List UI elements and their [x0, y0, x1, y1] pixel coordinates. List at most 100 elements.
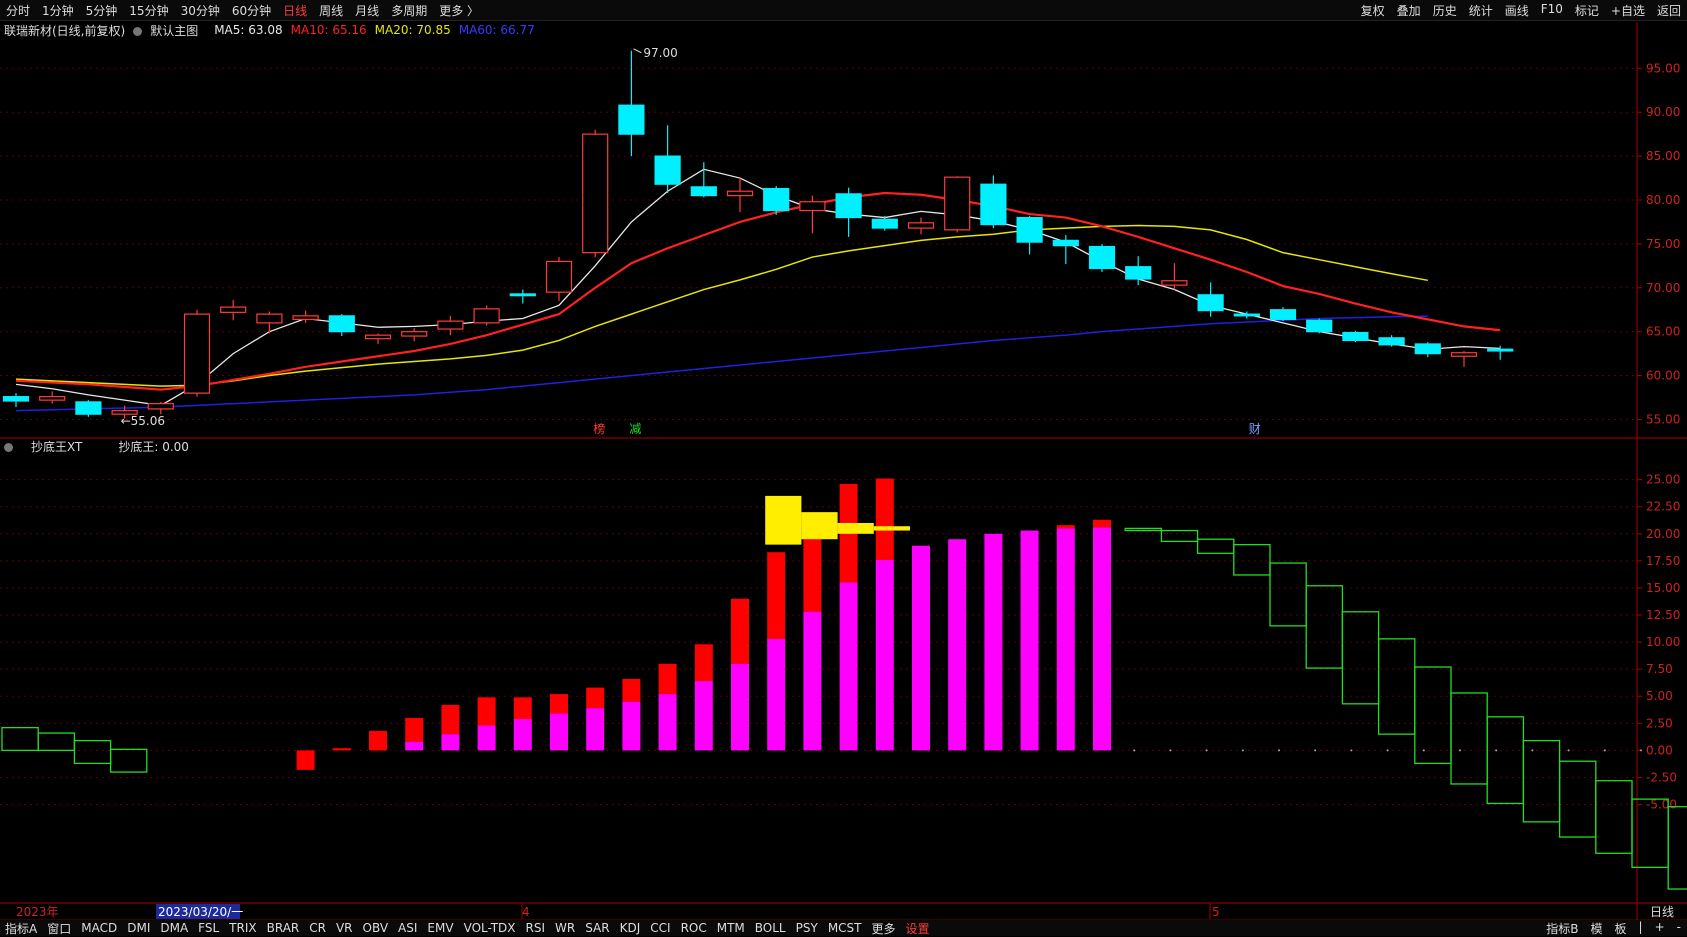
yellow-step-3 — [873, 526, 910, 531]
candle-body — [944, 176, 971, 231]
red-bar-26 — [1093, 519, 1111, 528]
candle-body — [292, 315, 319, 320]
green-box-5 — [1160, 529, 1199, 543]
candle-body — [256, 313, 283, 324]
candle-16 — [582, 129, 609, 258]
zero-dot — [1169, 749, 1172, 752]
candle-28 — [1016, 215, 1043, 255]
candle-body — [799, 201, 826, 212]
green-box-9 — [1305, 585, 1344, 669]
candle-body — [545, 260, 573, 293]
candle-15 — [545, 257, 573, 301]
candle-body — [835, 193, 862, 219]
candle-body — [582, 133, 609, 254]
candle-17 — [618, 50, 645, 157]
candle-body — [1197, 294, 1224, 312]
green-box-14 — [1486, 716, 1525, 805]
zero-dot — [1350, 749, 1353, 752]
candle-22 — [799, 195, 826, 234]
candle-38 — [1378, 335, 1405, 347]
candle-body — [39, 396, 66, 401]
green-box-6 — [1196, 538, 1235, 554]
zero-dot — [1314, 749, 1317, 752]
magenta-bar-23 — [984, 533, 1003, 751]
candle-body — [75, 401, 102, 415]
candle-9 — [328, 314, 355, 337]
candle-25 — [907, 217, 935, 235]
candle-27 — [980, 175, 1007, 229]
candle-12 — [437, 315, 464, 336]
candle-body — [509, 293, 536, 297]
sub-tick-label-11: 22.50 — [1646, 500, 1680, 514]
candle-body — [364, 334, 392, 340]
time-label-year: 2023年 — [16, 905, 59, 919]
candle-body — [654, 155, 681, 185]
magenta-bar-18 — [803, 611, 822, 751]
magenta-bar-16 — [731, 663, 749, 751]
candle-body — [1161, 280, 1188, 286]
green-box-19 — [1667, 806, 1687, 890]
sub-tick-label-6: 10.00 — [1646, 635, 1680, 649]
green-box-12 — [1414, 666, 1452, 765]
magenta-bar-21 — [912, 545, 930, 751]
candle-body — [328, 315, 355, 333]
magenta-bar-25 — [1056, 528, 1075, 751]
green-box-4 — [1124, 527, 1163, 532]
main-tick-label-4: 75.00 — [1646, 237, 1680, 251]
candle-32 — [1161, 263, 1188, 290]
magenta-bar-17 — [767, 638, 786, 751]
candle-body — [183, 313, 211, 394]
main-tick-label-6: 85.00 — [1646, 149, 1680, 163]
time-label-cursor: 2023/03/20/一 — [158, 905, 243, 919]
candle-body — [1450, 352, 1478, 357]
candle-body — [1016, 216, 1043, 243]
magenta-bar-15 — [694, 681, 713, 751]
sub-tick-label-1: -2.50 — [1646, 770, 1677, 784]
candle-23 — [835, 187, 862, 237]
red-bar-25 — [1056, 525, 1075, 529]
green-box-8 — [1269, 562, 1307, 627]
candle-31 — [1125, 256, 1152, 286]
sub-tick-label-9: 17.50 — [1646, 554, 1680, 568]
candle-37 — [1342, 330, 1369, 343]
candle-body — [437, 320, 464, 330]
green-box-17 — [1595, 780, 1633, 854]
main-tick-label-0: 55.00 — [1646, 412, 1680, 426]
main-tick-label-1: 60.00 — [1646, 369, 1680, 383]
candle-0 — [2, 393, 30, 408]
green-box-0 — [1, 726, 39, 752]
max-price-label: 97.00 — [643, 46, 677, 60]
green-box-15 — [1522, 739, 1561, 823]
candle-24 — [871, 215, 898, 231]
annotation-cai: 财 — [1249, 422, 1261, 436]
ma10-line — [15, 191, 1501, 391]
main-tick-label-7: 90.00 — [1646, 105, 1680, 119]
sub-tick-label-10: 20.00 — [1646, 527, 1680, 541]
red-bar-16 — [731, 598, 749, 664]
red-bar-14 — [658, 663, 677, 695]
sub-tick-label-5: 7.50 — [1646, 662, 1673, 676]
candle-39 — [1414, 342, 1441, 358]
candle-body — [1306, 319, 1333, 333]
candle-7 — [256, 311, 283, 334]
magenta-bar-7 — [405, 741, 424, 751]
candle-body — [1378, 337, 1405, 346]
main-tick-label-2: 65.00 — [1646, 325, 1680, 339]
red-bar-12 — [586, 687, 605, 709]
candle-10 — [364, 333, 392, 344]
time-label-april: 4 — [522, 905, 530, 919]
zero-dot — [1459, 749, 1461, 752]
main-tick-label-5: 80.00 — [1646, 193, 1680, 207]
zero-dot — [1133, 749, 1136, 752]
candle-body — [1487, 348, 1514, 352]
main-tick-label-3: 70.00 — [1646, 281, 1680, 295]
kline-chart[interactable]: 55.00 60.00 65.00 70.00 75.00 80.00 85.00 90.00… — [0, 0, 1687, 935]
candle-6 — [220, 300, 247, 321]
red-bar-11 — [550, 694, 568, 714]
red-bar-6 — [369, 730, 387, 751]
candle-body — [2, 396, 30, 402]
annotation-jian: 减 — [629, 422, 641, 436]
candle-body — [401, 331, 428, 337]
zero-dot — [1603, 749, 1606, 752]
zero-dot — [1531, 749, 1534, 752]
